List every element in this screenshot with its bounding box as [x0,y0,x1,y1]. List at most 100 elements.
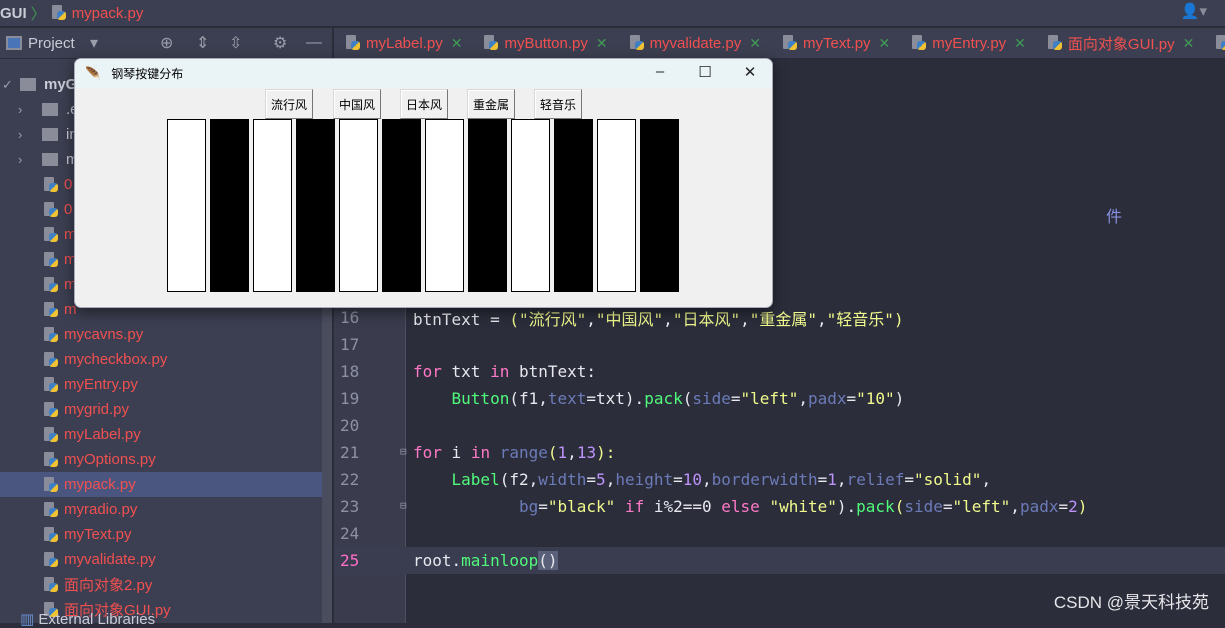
tab-0[interactable]: myLabel.py ✕ [334,35,472,52]
python-file-icon [44,526,58,543]
style-button[interactable]: 日本风 [400,89,449,119]
close-tab-icon[interactable]: ✕ [879,35,891,52]
tab-2[interactable]: myvalidate.py ✕ [618,35,771,52]
piano-key-white [511,119,550,292]
user-icon[interactable]: 👤▾ [1181,2,1207,20]
close-tab-icon[interactable]: ✕ [596,35,608,52]
project-toolbar: Project ▾ ⊕ ⇕ ⇳ ⚙ — [0,28,333,58]
tree-item-label: myOptions.py [64,451,156,468]
code-token: "black" [547,497,616,516]
close-tab-icon[interactable]: ✕ [1183,35,1195,52]
piano-key-black [210,119,249,292]
line-number: 19 [340,389,360,408]
tab-3[interactable]: myText.py ✕ [771,35,900,52]
tab-1[interactable]: myButton.py ✕ [472,35,617,52]
close-tab-icon[interactable]: ✕ [749,35,761,52]
code-token: "10" [856,389,895,408]
maximize-button[interactable]: ☐ [690,63,720,81]
python-file-icon [51,5,66,21]
close-tab-icon[interactable]: ✕ [451,35,463,52]
tab-overflow[interactable] [1204,35,1225,51]
code-token: "重金属" [749,309,818,329]
code-token: = [1058,497,1069,516]
tree-item[interactable]: myvalidate.py [0,547,322,572]
chevron-down-icon[interactable]: ▾ [90,33,98,53]
code-token: , [836,470,847,489]
hide-icon[interactable]: — [306,34,322,52]
tree-item[interactable]: myOptions.py [0,447,322,472]
code-token: , [740,309,750,329]
code-token: text [547,389,587,408]
minimize-button[interactable]: – [645,63,675,80]
python-file-icon [912,35,927,51]
tree-item[interactable]: myradio.py [0,497,322,522]
close-button[interactable]: ✕ [735,63,765,81]
style-button[interactable]: 重金属 [467,89,516,119]
code-token: ). [836,497,857,516]
tree-item[interactable]: mypack.py [0,472,322,497]
locate-icon[interactable]: ⊕ [160,33,173,53]
tree-item[interactable]: mygrid.py [0,397,322,422]
tree-item-label: myEntry.py [64,376,138,393]
piano-key-black [468,119,507,292]
breadcrumb-project[interactable]: GUI [0,5,27,22]
close-tab-icon[interactable]: ✕ [1014,35,1026,52]
code-token: i [441,443,471,462]
chevron-right-icon[interactable]: › [18,127,22,142]
tk-title-bar[interactable]: 🪶 钢琴按键分布 – ☐ ✕ [75,59,772,88]
navigation-bar: GUI 〉 mypack.py 👤▾ [0,0,1225,27]
code-text: Label(f2,width=5,height=10,borderwidth=1… [413,470,992,489]
python-file-icon [44,176,58,193]
code-token: ( [509,309,519,329]
chevron-right-icon[interactable]: › [18,102,22,117]
expand-all-icon[interactable]: ⇕ [196,33,209,53]
code-line: 23 bg="black" if i%2==0 else "white").pa… [334,493,1225,520]
tree-item[interactable]: myLabel.py [0,422,322,447]
line-number: 18 [340,362,360,381]
code-token: ( [894,497,905,516]
code-token: 2 [1068,497,1078,516]
piano-key-white [253,119,292,292]
project-view-label[interactable]: Project [28,35,75,52]
breadcrumb-file[interactable]: mypack.py [72,5,144,22]
code-token: 10 [682,470,703,489]
style-button[interactable]: 中国风 [333,89,382,119]
python-file-icon [1216,35,1225,51]
code-token: ): [596,443,616,462]
style-button[interactable]: 流行风 [265,89,314,119]
collapse-all-icon[interactable]: ⇳ [229,33,242,53]
code-token: ( [682,389,693,408]
python-file-icon [484,35,499,51]
style-button[interactable]: 轻音乐 [534,89,583,119]
tree-item[interactable]: 面向对象2.py [0,572,322,597]
chevron-down-icon[interactable]: ✓ [2,77,13,93]
code-token: side [692,389,731,408]
piano-key-white [597,119,636,292]
python-file-icon [44,551,58,568]
fold-open-icon[interactable]: ⊟ [400,445,407,458]
tree-item-label: mycavns.py [64,326,144,343]
tab-4[interactable]: myEntry.py ✕ [900,35,1036,52]
line-number: 24 [340,524,360,543]
code-token: 13 [576,443,597,462]
tab-label: myvalidate.py [649,34,742,52]
code-token: root. [413,551,462,570]
chevron-right-icon[interactable]: › [18,152,22,167]
code-line: 22 Label(f2,width=5,height=10,borderwidt… [334,466,1225,493]
code-token: if [624,497,645,516]
code-line: 16 btnText = ("流行风","中国风","日本风","重金属","轻音… [334,304,1225,331]
tree-item[interactable]: mycavns.py [0,322,322,347]
tree-item[interactable]: myText.py [0,522,322,547]
code-text: for txt in btnText: [413,362,596,381]
tree-item[interactable]: mycheckbox.py [0,347,322,372]
line-number: 16 [340,308,360,327]
fold-close-icon[interactable]: ⊟ [400,499,407,512]
tree-item[interactable]: myEntry.py [0,372,322,397]
tab-5[interactable]: 面向对象GUI.py ✕ [1036,33,1204,54]
external-libraries[interactable]: ▥ External Libraries [20,610,155,628]
piano-key-black [640,119,679,292]
gear-icon[interactable]: ⚙ [273,33,287,53]
